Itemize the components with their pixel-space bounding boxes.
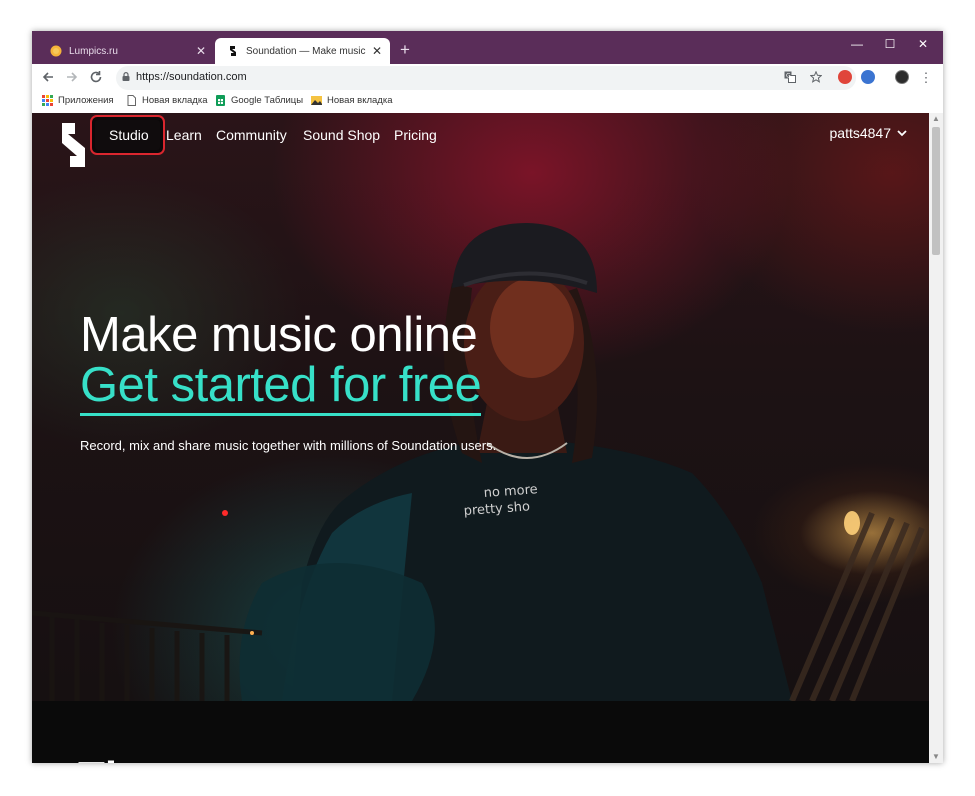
image-icon — [311, 96, 322, 105]
extension-icon[interactable] — [838, 70, 852, 84]
translate-icon[interactable]: G — [784, 71, 796, 86]
browser-window: Lumpics.ru ✕ Soundation — Make music onl… — [32, 31, 943, 763]
svg-text:G: G — [786, 73, 791, 80]
globe-extension-icon[interactable] — [861, 70, 875, 84]
next-section: The — [32, 701, 929, 763]
reload-icon — [90, 71, 102, 83]
sheets-icon — [216, 95, 225, 106]
reload-button[interactable] — [88, 70, 104, 86]
nav-studio-link[interactable]: Studio — [109, 125, 149, 145]
lock-icon — [122, 72, 130, 81]
page-viewport: no more pretty sho Studio Learn Communit… — [32, 113, 929, 763]
nav-learn-link[interactable]: Learn — [166, 125, 202, 145]
chevron-down-icon[interactable] — [897, 128, 907, 138]
maximize-button[interactable]: ☐ — [875, 37, 905, 51]
browser-toolbar: https://soundation.com G ⋮ — [32, 64, 943, 92]
tab-close-icon[interactable]: ✕ — [372, 45, 382, 57]
scrollbar-thumb[interactable] — [932, 127, 940, 255]
hero-subtitle: Record, mix and share music together wit… — [80, 438, 497, 453]
back-button[interactable] — [40, 70, 56, 86]
scroll-down-arrow-icon[interactable]: ▼ — [932, 753, 940, 761]
tab-title: Lumpics.ru — [69, 45, 118, 57]
bookmark-google-sheets[interactable]: Google Таблицы — [215, 95, 303, 106]
bookmarks-bar: Приложения Новая вкладка Google Таблицы … — [32, 92, 943, 114]
tab-soundation[interactable]: Soundation — Make music online ✕ — [215, 38, 390, 64]
lumpics-favicon-icon — [50, 45, 62, 57]
apps-grid-icon — [42, 95, 53, 106]
soundation-favicon-icon — [230, 46, 236, 56]
tab-title: Soundation — Make music online — [246, 45, 366, 57]
forward-button[interactable] — [64, 70, 80, 86]
address-bar[interactable]: https://soundation.com G — [116, 66, 856, 90]
username-menu[interactable]: patts4847 — [830, 125, 892, 141]
nav-community-link[interactable]: Community — [216, 125, 287, 145]
tab-lumpics[interactable]: Lumpics.ru ✕ — [38, 38, 214, 64]
get-started-link[interactable]: Get started for free — [80, 359, 482, 416]
url-text: https://soundation.com — [136, 71, 247, 83]
site-top-nav: Studio Learn Community Sound Shop Pricin… — [32, 113, 929, 167]
bookmark-new-tab-2[interactable]: Новая вкладка — [311, 95, 392, 106]
tab-strip: Lumpics.ru ✕ Soundation — Make music onl… — [32, 31, 943, 64]
hero-headline: Make music online — [80, 308, 478, 362]
new-tab-button[interactable]: + — [400, 40, 410, 60]
bookmark-label: Приложения — [58, 95, 114, 106]
bookmark-label: Новая вкладка — [142, 95, 208, 106]
bookmark-new-tab-1[interactable]: Новая вкладка — [126, 95, 207, 106]
forward-arrow-icon — [67, 72, 78, 82]
bookmark-star-icon[interactable] — [809, 70, 823, 86]
tab-close-icon[interactable]: ✕ — [196, 45, 206, 57]
back-arrow-icon — [42, 72, 53, 82]
page-icon — [127, 95, 136, 106]
minimize-button[interactable]: — — [842, 37, 872, 51]
bookmark-label: Google Таблицы — [231, 95, 304, 106]
page-scrollbar[interactable]: ▲ ▼ — [929, 113, 943, 763]
nav-sound-shop-link[interactable]: Sound Shop — [303, 125, 380, 145]
hero-section: no more pretty sho Studio Learn Communit… — [32, 113, 929, 701]
bookmark-apps[interactable]: Приложения — [42, 95, 114, 106]
menu-kebab-icon[interactable]: ⋮ — [918, 70, 934, 86]
avatar[interactable] — [895, 70, 909, 84]
next-section-heading: The — [78, 753, 156, 763]
nav-pricing-link[interactable]: Pricing — [394, 125, 437, 145]
soundation-logo-icon[interactable] — [58, 121, 88, 169]
bookmark-label: Новая вкладка — [327, 95, 393, 106]
close-window-button[interactable]: ✕ — [908, 37, 938, 51]
scroll-up-arrow-icon[interactable]: ▲ — [932, 115, 940, 123]
